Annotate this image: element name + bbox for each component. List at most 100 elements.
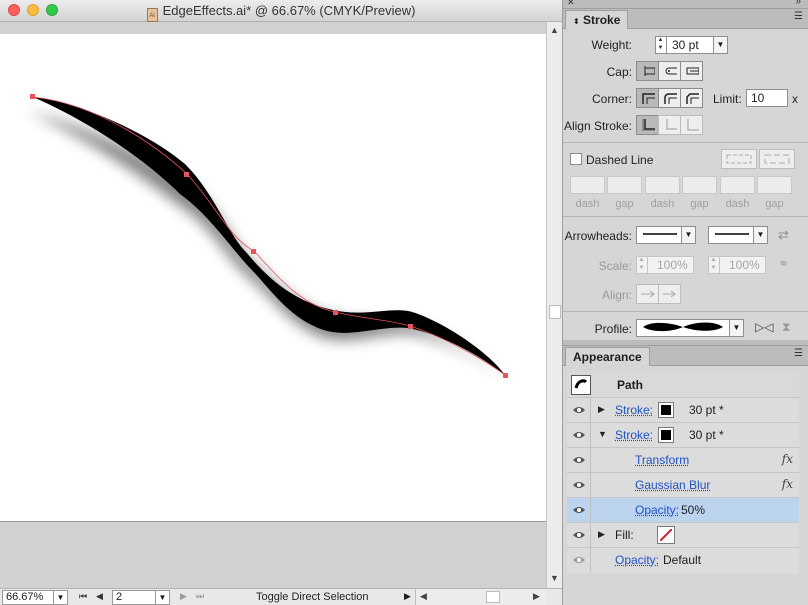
- chevron-down-icon[interactable]: ▼: [713, 36, 728, 54]
- butt-cap-button[interactable]: [636, 61, 659, 81]
- arrow-extend-button[interactable]: [636, 284, 659, 304]
- visibility-toggle[interactable]: [567, 523, 591, 547]
- end-scale-input[interactable]: ▲ ▼ 100%: [708, 256, 766, 274]
- next-artboard-icon[interactable]: ▶: [180, 591, 187, 602]
- visibility-toggle[interactable]: [567, 398, 591, 422]
- stroke-link[interactable]: Stroke:: [615, 403, 653, 417]
- gap-field[interactable]: [607, 176, 642, 194]
- anchor-point[interactable]: [184, 172, 189, 177]
- scroll-right-icon[interactable]: ▶: [533, 591, 540, 602]
- chevron-down-icon[interactable]: ▼: [53, 591, 67, 604]
- previous-artboard-icon[interactable]: ◀: [96, 591, 103, 602]
- align-inside-button[interactable]: [658, 115, 681, 135]
- anchor-point[interactable]: [30, 94, 35, 99]
- start-arrowhead-select[interactable]: ▼: [636, 226, 696, 244]
- projecting-cap-button[interactable]: [680, 61, 703, 81]
- horizontal-scroll-thumb[interactable]: [486, 591, 500, 603]
- opacity-value[interactable]: Default: [663, 553, 701, 567]
- last-artboard-icon[interactable]: ⏭: [196, 591, 204, 602]
- appearance-effect-row[interactable]: Transform fx: [567, 448, 799, 473]
- anchor-point[interactable]: [408, 324, 413, 329]
- close-icon[interactable]: ✕: [567, 0, 575, 8]
- visibility-toggle[interactable]: [567, 498, 591, 522]
- visibility-toggle[interactable]: [567, 448, 591, 472]
- artboard[interactable]: [0, 34, 546, 522]
- scale-stepper-icon[interactable]: ▲ ▼: [636, 256, 648, 274]
- anchor-point[interactable]: [251, 249, 256, 254]
- weight-stepper-icon[interactable]: ▲ ▼: [655, 36, 667, 54]
- panel-menu-icon[interactable]: ☰: [794, 11, 803, 22]
- horizontal-scrollbar[interactable]: ◀ ▶: [415, 589, 546, 605]
- appearance-stroke-row[interactable]: ▶ Stroke: 30 pt *: [567, 398, 799, 423]
- fx-icon[interactable]: fx: [782, 477, 793, 491]
- flip-across-icon[interactable]: ⧗: [782, 320, 790, 335]
- collapse-panels-icon[interactable]: »: [795, 0, 801, 7]
- swap-arrows-icon[interactable]: ⇄: [778, 227, 789, 243]
- dash-align-corners-button[interactable]: [759, 149, 795, 169]
- chevron-down-icon[interactable]: ▼: [729, 319, 744, 337]
- scroll-up-icon[interactable]: ▲: [550, 25, 559, 35]
- status-menu-arrow-icon[interactable]: ▶: [404, 591, 411, 602]
- chevron-down-icon[interactable]: ▼: [155, 591, 169, 604]
- opacity-link[interactable]: Opacity:: [635, 503, 679, 517]
- vertical-scroll-thumb[interactable]: [549, 305, 561, 319]
- artboard-number-field[interactable]: 2 ▼: [112, 590, 170, 605]
- stroke-color-swatch[interactable]: [658, 427, 674, 443]
- arrow-place-button[interactable]: [658, 284, 681, 304]
- dash-field[interactable]: [570, 176, 605, 194]
- bevel-join-button[interactable]: [680, 88, 703, 108]
- fx-icon[interactable]: fx: [782, 452, 793, 466]
- stroke-weight-value[interactable]: 30 pt *: [689, 428, 724, 442]
- appearance-fill-row[interactable]: ▶ Fill:: [567, 523, 799, 548]
- anchor-point[interactable]: [333, 310, 338, 315]
- anchor-point[interactable]: [503, 373, 508, 378]
- scroll-down-icon[interactable]: ▼: [550, 573, 559, 583]
- scroll-left-icon[interactable]: ◀: [420, 591, 427, 602]
- chevron-down-icon[interactable]: ▼: [681, 226, 696, 244]
- align-outside-button[interactable]: [680, 115, 703, 135]
- tab-stroke[interactable]: ⬍ Stroke: [565, 10, 629, 29]
- weight-input[interactable]: ▲ ▼ 30 pt ▼: [655, 36, 728, 54]
- gaussian-blur-effect-link[interactable]: Gaussian Blur: [635, 478, 710, 492]
- round-cap-button[interactable]: [658, 61, 681, 81]
- collapse-triangle-icon[interactable]: ▼: [598, 429, 607, 439]
- zoom-level-field[interactable]: 66.67% ▼: [2, 590, 68, 605]
- canvas-area[interactable]: [0, 22, 546, 588]
- expand-triangle-icon[interactable]: ▶: [598, 404, 605, 415]
- scale-stepper-icon[interactable]: ▲ ▼: [708, 256, 720, 274]
- opacity-link[interactable]: Opacity:: [615, 553, 659, 567]
- stroke-color-swatch[interactable]: [658, 402, 674, 418]
- dash-field[interactable]: [645, 176, 680, 194]
- visibility-toggle[interactable]: [567, 548, 591, 572]
- status-text[interactable]: Toggle Direct Selection: [256, 591, 369, 603]
- title-bar[interactable]: Ai EdgeEffects.ai* @ 66.67% (CMYK/Preview…: [0, 0, 562, 22]
- gap-field[interactable]: [682, 176, 717, 194]
- width-profile-select[interactable]: ▼: [636, 319, 744, 337]
- appearance-effect-row[interactable]: Gaussian Blur fx: [567, 473, 799, 498]
- panel-menu-icon[interactable]: ☰: [794, 348, 803, 359]
- link-scale-icon[interactable]: ⚭: [778, 256, 789, 272]
- transform-effect-link[interactable]: Transform: [635, 453, 689, 467]
- fill-none-swatch[interactable]: [657, 526, 675, 544]
- miter-join-button[interactable]: [636, 88, 659, 108]
- tab-appearance[interactable]: Appearance: [565, 347, 650, 366]
- start-scale-input[interactable]: ▲ ▼ 100%: [636, 256, 694, 274]
- first-artboard-icon[interactable]: ⏮: [79, 591, 87, 602]
- dashed-line-checkbox[interactable]: [570, 153, 582, 165]
- visibility-toggle[interactable]: [567, 423, 591, 447]
- dash-preserve-button[interactable]: [721, 149, 757, 169]
- vertical-scrollbar[interactable]: ▲ ▼: [546, 22, 562, 588]
- stroke-weight-value[interactable]: 30 pt *: [689, 403, 724, 417]
- round-join-button[interactable]: [658, 88, 681, 108]
- limit-input[interactable]: 10: [746, 89, 788, 107]
- expand-triangle-icon[interactable]: ▶: [598, 529, 605, 540]
- end-arrowhead-select[interactable]: ▼: [708, 226, 768, 244]
- stroke-link[interactable]: Stroke:: [615, 428, 653, 442]
- gap-field[interactable]: [757, 176, 792, 194]
- flip-along-icon[interactable]: ▷◁: [755, 320, 773, 334]
- appearance-opacity-row[interactable]: Opacity: 50%: [567, 498, 799, 523]
- appearance-stroke-row[interactable]: ▼ Stroke: 30 pt *: [567, 423, 799, 448]
- artwork[interactable]: [0, 34, 546, 522]
- dash-field[interactable]: [720, 176, 755, 194]
- visibility-toggle[interactable]: [567, 473, 591, 497]
